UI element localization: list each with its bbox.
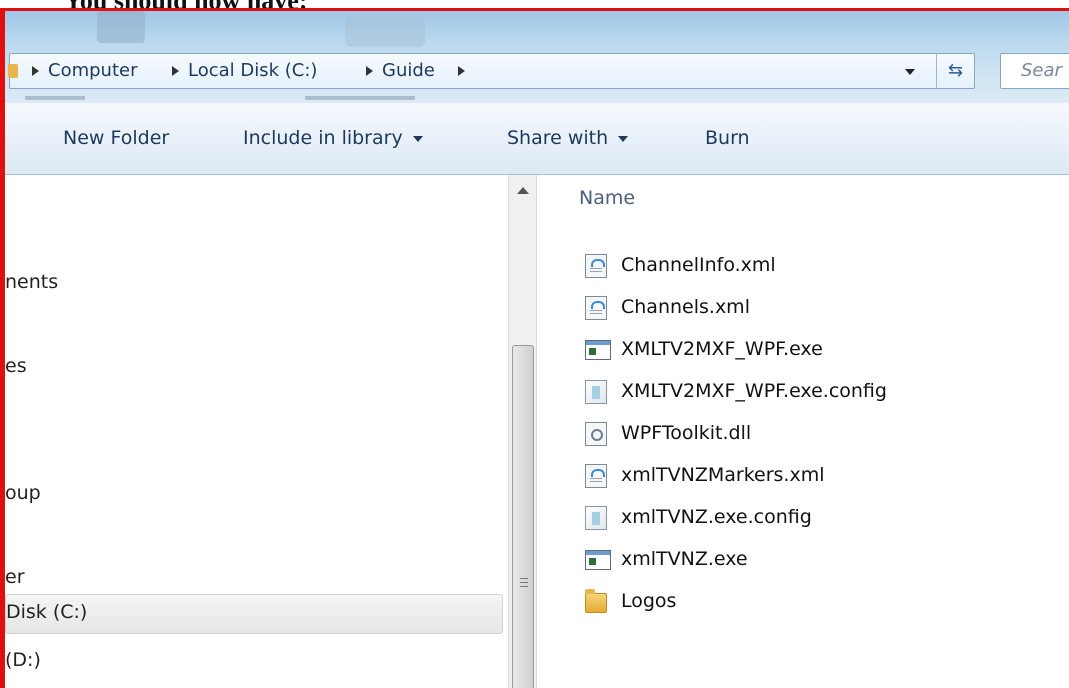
chevron-down-icon	[618, 135, 629, 142]
burn-button[interactable]: Burn	[705, 127, 750, 149]
folder-name: Logos	[621, 590, 677, 612]
breadcrumb-arrow-icon[interactable]	[32, 66, 39, 76]
file-name: WPFToolkit.dll	[621, 422, 752, 444]
blurred-window-reflection	[25, 96, 85, 100]
new-folder-button[interactable]: New Folder	[63, 127, 169, 149]
breadcrumb-local-disk[interactable]: Local Disk (C:)	[188, 60, 317, 81]
explorer-window: Computer Local Disk (C:) Guide ⇆ Sear Ne…	[0, 8, 1069, 688]
config-file-icon	[585, 506, 607, 530]
file-name: XMLTV2MXF_WPF.exe.config	[621, 380, 887, 402]
exe-file-icon	[585, 340, 611, 360]
breadcrumb-arrow-icon[interactable]	[366, 66, 373, 76]
xml-file-icon	[585, 296, 607, 320]
breadcrumb-guide[interactable]: Guide	[382, 60, 435, 81]
nav-scrollbar[interactable]	[508, 175, 536, 688]
blurred-window-reflection	[97, 11, 145, 43]
file-list: Name ChannelInfo.xml Channels.xml XMLTV2…	[537, 175, 1069, 688]
column-header-name[interactable]: Name	[579, 187, 635, 209]
file-name: Channels.xml	[621, 296, 750, 318]
xml-file-icon	[585, 464, 607, 488]
command-bar: New Folder Include in library Share with…	[5, 103, 1069, 175]
share-with-label: Share with	[507, 127, 609, 149]
address-dropdown-icon[interactable]	[905, 69, 915, 75]
nav-item-computer[interactable]: er	[5, 566, 25, 588]
nav-item-pictures[interactable]: es	[5, 355, 27, 377]
nav-item-local-disk-c[interactable]: Disk (C:)	[5, 594, 503, 634]
file-name: xmlTVNZ.exe	[621, 548, 748, 570]
xml-file-icon	[585, 254, 607, 278]
navigation-pane: nents es oup er Disk (C:) (D:)	[5, 175, 535, 688]
breadcrumb-arrow-icon[interactable]	[172, 66, 179, 76]
chevron-down-icon	[412, 135, 423, 142]
grip-icon	[520, 578, 528, 590]
nav-item-documents[interactable]: nents	[5, 271, 58, 293]
address-bar[interactable]: Computer Local Disk (C:) Guide ⇆	[8, 53, 975, 89]
refresh-icon[interactable]: ⇆	[936, 54, 974, 88]
exe-file-icon	[585, 550, 611, 570]
file-name: xmlTVNZMarkers.xml	[621, 464, 825, 486]
share-with-button[interactable]: Share with	[507, 127, 629, 149]
breadcrumb-computer[interactable]: Computer	[48, 60, 137, 81]
nav-item-drive-d[interactable]: (D:)	[5, 649, 41, 671]
blurred-window-reflection	[345, 17, 425, 47]
file-name: XMLTV2MXF_WPF.exe	[621, 338, 823, 360]
scrollbar-thumb[interactable]	[512, 345, 534, 688]
scroll-up-icon[interactable]	[517, 187, 529, 194]
include-in-library-label: Include in library	[243, 127, 403, 149]
folder-icon	[8, 64, 18, 78]
title-bar: Computer Local Disk (C:) Guide ⇆ Sear	[5, 11, 1069, 103]
nav-item-label: Disk (C:)	[6, 601, 88, 623]
dll-file-icon	[585, 422, 607, 446]
breadcrumb-arrow-icon[interactable]	[458, 66, 465, 76]
file-name: xmlTVNZ.exe.config	[621, 506, 812, 528]
blurred-window-reflection	[305, 96, 415, 100]
search-placeholder: Sear	[1021, 60, 1062, 81]
include-in-library-button[interactable]: Include in library	[243, 127, 423, 149]
nav-item-homegroup[interactable]: oup	[5, 482, 41, 504]
folder-icon	[585, 589, 607, 613]
file-name: ChannelInfo.xml	[621, 254, 776, 276]
config-file-icon	[585, 380, 607, 404]
search-input[interactable]: Sear	[1000, 53, 1069, 89]
